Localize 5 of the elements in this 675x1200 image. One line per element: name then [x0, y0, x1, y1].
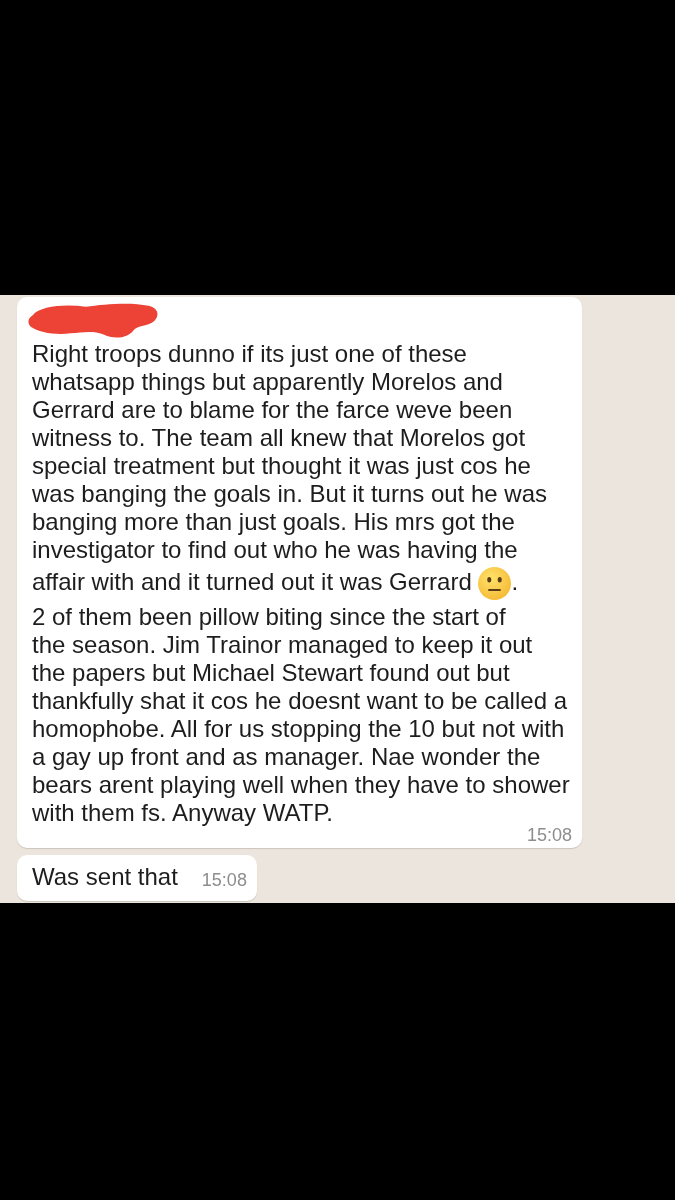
message-time: 15:08 — [526, 827, 572, 844]
message-time: 15:08 — [201, 869, 247, 891]
message-text: Right troops dunno if its just one of these whatsapp things but apparently Morelos and Gerrard are to blame for the farce weve been witness to. The team all knew that Morelos got special treatment but thought it was just cos he was banging the goals in. But it turns out he was banging more than just goals. His mrs got the investigator to find out who he was having the affair with and it turned out it was Gerrard . 2 of them been pillow biting since the start of the season. Jim Trainor managed to keep it out the papers but Michael Stewart found out but thankfully shat it cos he doesnt want to be called a homophobe. All for us stopping the 10 but not with a gay up front and as manager. Nae wonder the bears arent playing well when they have to shower with them fs. Anyway WATP. — [32, 340, 570, 827]
neutral-face-emoji-icon — [478, 567, 512, 600]
message-text: Was sent that — [32, 863, 178, 891]
